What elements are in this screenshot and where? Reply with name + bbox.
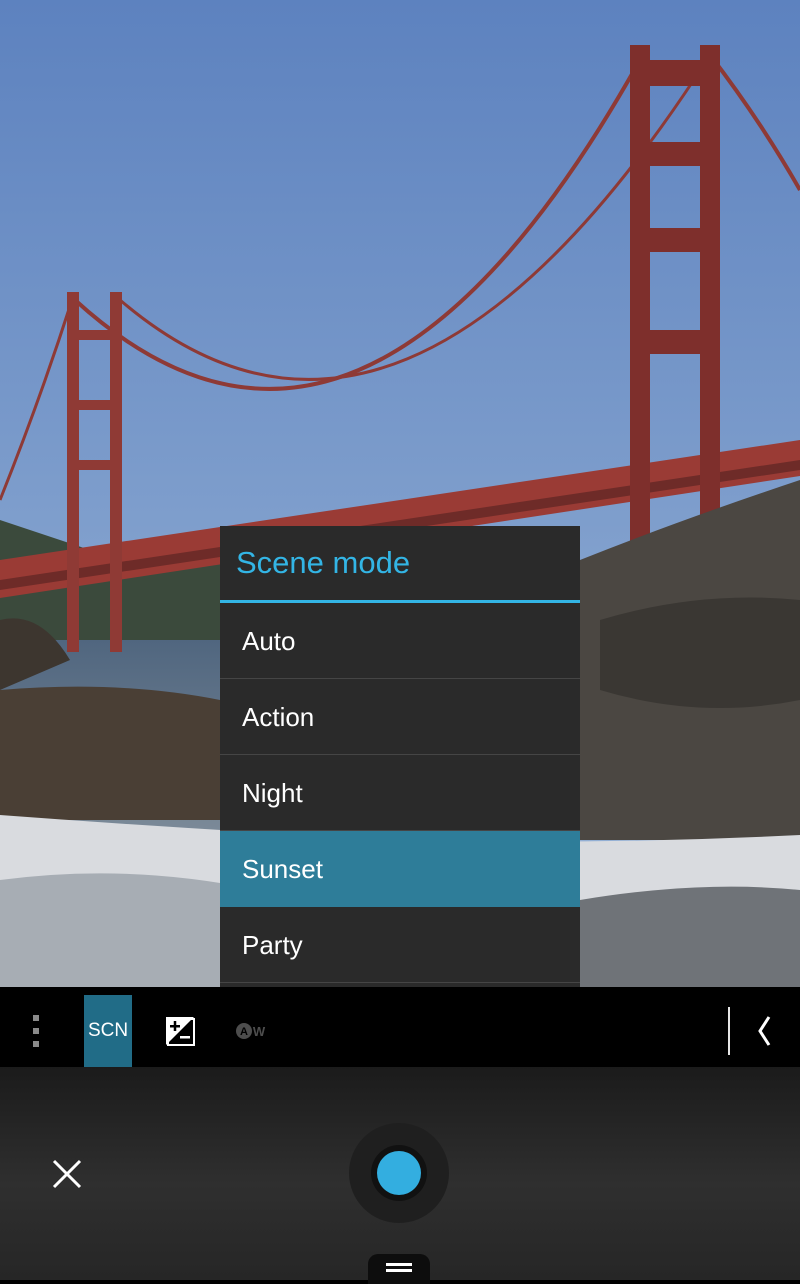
- svg-text:W: W: [253, 1024, 266, 1039]
- collapse-toolbar-button[interactable]: [744, 995, 784, 1067]
- close-icon: [52, 1159, 82, 1189]
- shutter-icon: [371, 1145, 427, 1201]
- scene-option-action[interactable]: Action: [220, 679, 580, 755]
- more-options-button[interactable]: [20, 995, 52, 1067]
- scene-option-sunset[interactable]: Sunset: [220, 831, 580, 907]
- svg-text:A: A: [240, 1026, 248, 1038]
- auto-white-balance-icon: A W: [236, 1023, 266, 1039]
- scene-option-party[interactable]: Party: [220, 907, 580, 983]
- exposure-button[interactable]: [158, 995, 202, 1067]
- scene-mode-popup: Scene mode Auto Action Night Sunset Part…: [220, 526, 580, 987]
- exposure-icon: [166, 1017, 195, 1046]
- chevron-left-icon: [758, 1016, 771, 1046]
- camera-controls: [0, 1067, 800, 1284]
- more-vert-icon: [33, 1015, 39, 1047]
- scene-mode-title: Scene mode: [220, 526, 580, 603]
- drag-handle-icon: [386, 1263, 412, 1272]
- toolbar-divider: [728, 1007, 730, 1055]
- scene-option-night[interactable]: Night: [220, 755, 580, 831]
- shutter-button[interactable]: [349, 1123, 449, 1223]
- white-balance-button[interactable]: A W: [230, 995, 274, 1067]
- scene-option-auto[interactable]: Auto: [220, 603, 580, 679]
- shutter-dot: [377, 1151, 421, 1195]
- close-button[interactable]: [46, 1153, 88, 1195]
- camera-toolbar: SCN A W: [0, 987, 800, 1067]
- scene-mode-button[interactable]: SCN: [84, 995, 132, 1067]
